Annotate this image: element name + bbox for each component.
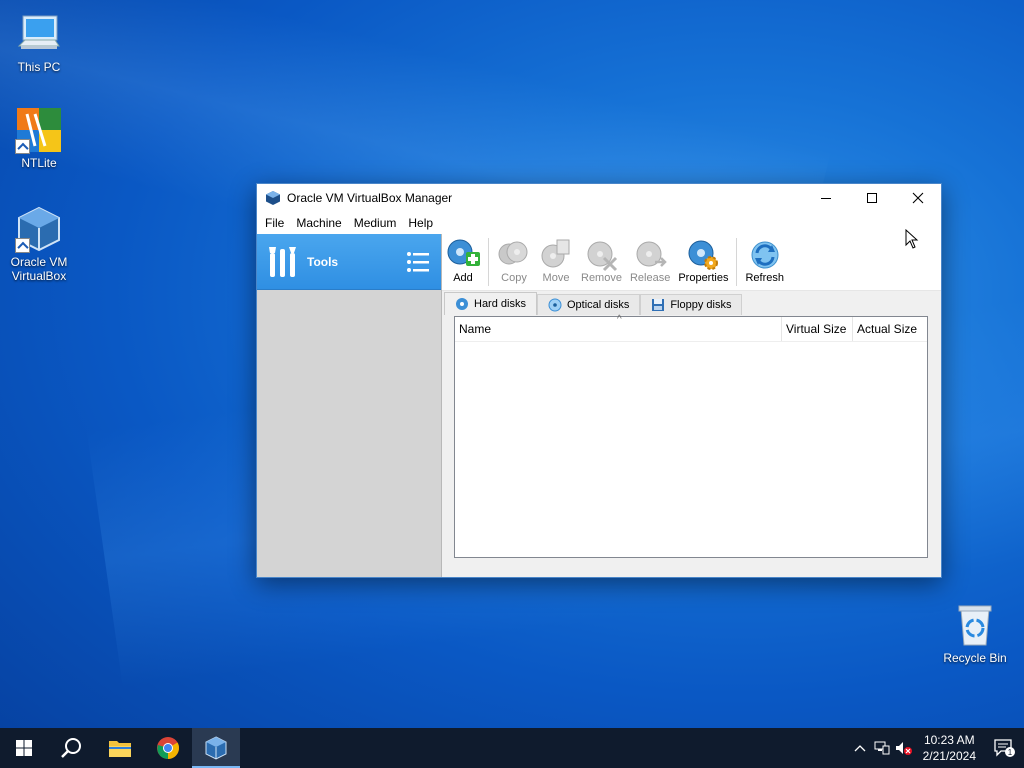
desktop-icon-label: NTLite <box>21 156 57 170</box>
toolbar-separator <box>736 238 738 286</box>
minimize-icon <box>821 198 831 199</box>
move-button[interactable]: Move <box>535 234 577 284</box>
hard-disk-icon <box>456 298 468 310</box>
close-button[interactable] <box>895 184 941 212</box>
desktop-icon-label: Recycle Bin <box>943 651 1007 665</box>
window-title: Oracle VM VirtualBox Manager <box>287 191 453 205</box>
clock[interactable]: 10:23 AM 2/21/2024 <box>915 732 984 764</box>
desktop-icon-this-pc[interactable]: This PC <box>1 10 77 74</box>
maximize-button[interactable] <box>849 184 895 212</box>
folder-icon <box>109 741 131 757</box>
computer-icon <box>15 10 63 58</box>
floppy-disk-icon <box>652 299 665 311</box>
show-hidden-icons-button[interactable] <box>849 728 871 768</box>
tools-item[interactable]: Tools <box>257 234 441 290</box>
virtualbox-app-icon <box>266 191 280 205</box>
volume-muted-icon <box>895 742 912 755</box>
taskbar: 10:23 AM 2/21/2024 1 <box>0 728 1024 768</box>
remove-button[interactable]: Remove <box>577 234 626 284</box>
notification-icon: 1 <box>994 739 1015 757</box>
shortcut-arrow-icon <box>15 139 30 154</box>
tab-label: Floppy disks <box>670 299 732 311</box>
tools-label: Tools <box>307 254 339 269</box>
copy-disk-icon <box>498 241 528 265</box>
virtualbox-icon <box>15 205 63 253</box>
search-icon <box>61 738 81 758</box>
desktop-icon-label: Oracle VM VirtualBox <box>10 255 68 283</box>
desktop-icon-recycle-bin[interactable]: Recycle Bin <box>937 601 1013 665</box>
start-button[interactable] <box>0 728 48 768</box>
hard-disks-table[interactable]: ^ Name Virtual Size Actual Size <box>454 314 928 558</box>
add-label: Add <box>453 272 473 284</box>
desktop-icon-virtualbox[interactable]: Oracle VM VirtualBox <box>1 205 77 283</box>
tab-label: Hard disks <box>474 298 526 310</box>
chrome-icon <box>157 737 179 759</box>
chrome-button[interactable] <box>144 728 192 768</box>
menu-medium[interactable]: Medium <box>348 216 403 230</box>
ntlite-icon <box>15 106 63 154</box>
refresh-icon <box>751 241 779 269</box>
volume-button[interactable] <box>893 728 915 768</box>
tab-floppy-disks[interactable]: Floppy disks <box>640 294 743 315</box>
tab-optical-disks[interactable]: Optical disks <box>536 294 641 315</box>
mouse-cursor-icon <box>905 229 919 249</box>
chevron-up-icon <box>854 745 866 752</box>
minimize-button[interactable] <box>803 184 849 212</box>
add-disk-icon <box>447 239 480 266</box>
tab-label: Optical disks <box>566 299 630 311</box>
virtualbox-taskbar-button[interactable] <box>192 728 240 768</box>
virtualbox-icon <box>205 736 227 760</box>
release-disk-icon <box>636 241 667 267</box>
remove-label: Remove <box>581 272 622 284</box>
virtualbox-manager-window: Oracle VM VirtualBox Manager File Machin… <box>256 183 942 578</box>
tools-icon <box>269 246 296 277</box>
file-explorer-button[interactable] <box>96 728 144 768</box>
notification-count: 1 <box>1008 748 1013 757</box>
refresh-button[interactable]: Refresh <box>741 234 788 284</box>
optical-disk-icon <box>548 298 562 312</box>
list-menu-icon[interactable] <box>405 249 431 275</box>
copy-label: Copy <box>501 272 527 284</box>
windows-logo-icon <box>16 740 32 756</box>
clock-date: 2/21/2024 <box>922 749 976 763</box>
close-icon <box>912 192 924 204</box>
move-disk-icon <box>541 239 570 268</box>
desktop-icon-ntlite[interactable]: NTLite <box>1 106 77 170</box>
title-bar[interactable]: Oracle VM VirtualBox Manager <box>257 184 941 212</box>
column-header-actual-size[interactable]: Actual Size <box>853 317 927 341</box>
refresh-label: Refresh <box>745 272 784 284</box>
menu-bar: File Machine Medium Help <box>257 212 941 234</box>
network-icon <box>874 741 890 755</box>
desktop-icon-label: This PC <box>17 60 61 74</box>
media-tabs: Hard disks Optical disks Floppy disks <box>444 292 743 315</box>
move-label: Move <box>542 272 570 284</box>
maximize-icon <box>867 193 877 203</box>
network-button[interactable] <box>871 728 893 768</box>
column-header-virtual-size[interactable]: Virtual Size <box>782 317 853 341</box>
clock-time: 10:23 AM <box>923 733 975 747</box>
add-button[interactable]: Add <box>442 234 484 284</box>
menu-machine[interactable]: Machine <box>290 216 347 230</box>
release-button[interactable]: Release <box>626 234 674 284</box>
media-manager-pane: Add Copy Move Remove Release Properties … <box>442 234 941 577</box>
menu-help[interactable]: Help <box>402 216 439 230</box>
properties-label: Properties <box>678 272 729 284</box>
search-button[interactable] <box>48 728 96 768</box>
recycle-bin-icon <box>951 601 999 649</box>
system-tray: 10:23 AM 2/21/2024 1 <box>849 728 1024 768</box>
tab-hard-disks[interactable]: Hard disks <box>444 292 537 315</box>
sort-caret-icon: ^ <box>617 314 622 325</box>
menu-file[interactable]: File <box>259 216 290 230</box>
left-pane: Tools <box>257 234 442 577</box>
toolbar-separator <box>488 238 489 286</box>
shortcut-arrow-icon <box>15 238 30 253</box>
properties-icon <box>688 240 719 270</box>
remove-disk-icon <box>587 241 618 272</box>
table-header: ^ Name Virtual Size Actual Size <box>455 314 927 342</box>
release-label: Release <box>629 272 671 284</box>
copy-button[interactable]: Copy <box>493 234 535 284</box>
action-center-button[interactable]: 1 <box>984 728 1024 768</box>
toolbar: Add Copy Move Remove Release Properties … <box>442 234 941 291</box>
properties-button[interactable]: Properties <box>674 234 732 284</box>
